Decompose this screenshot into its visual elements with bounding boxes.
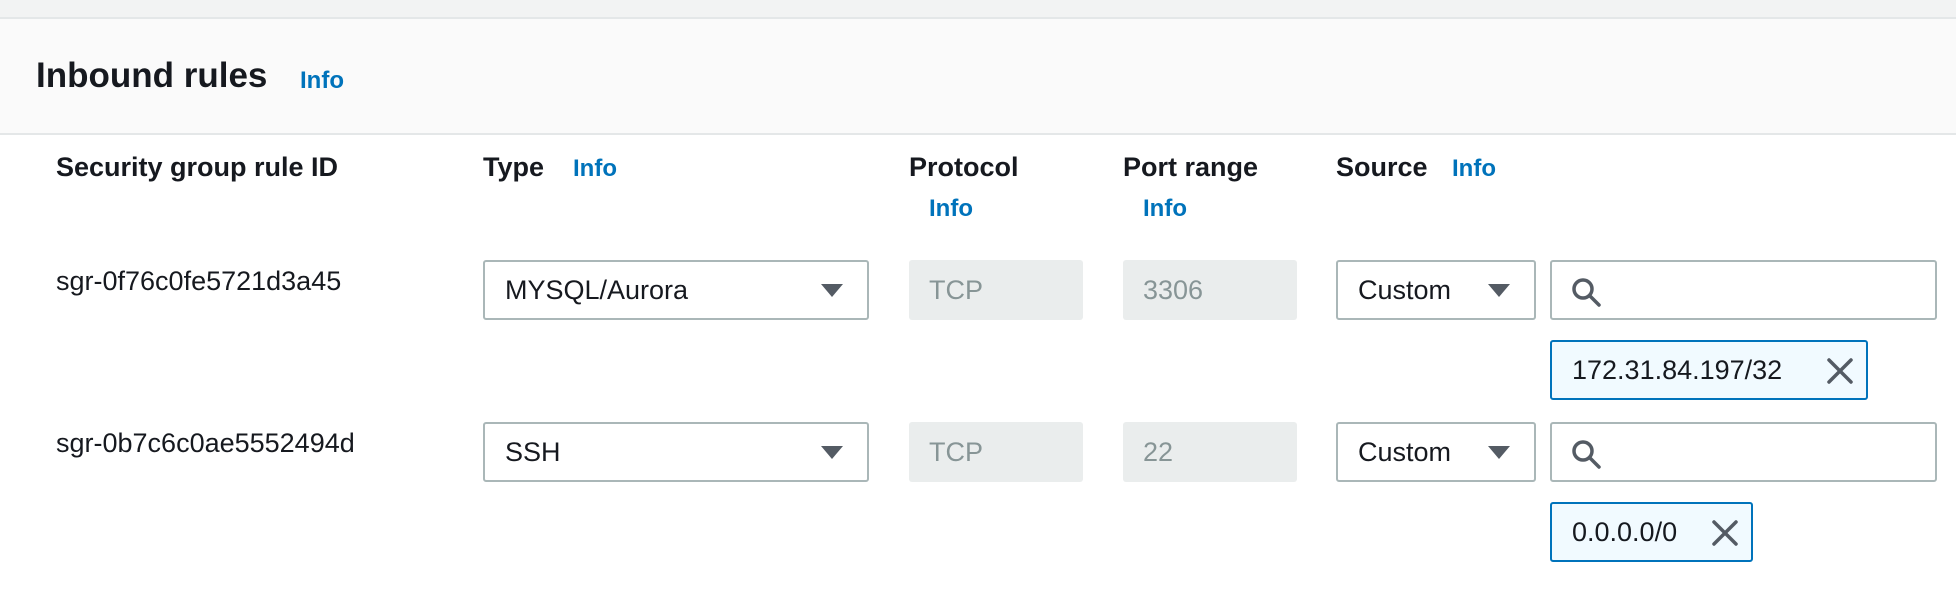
- source-token-label: 172.31.84.197/32: [1572, 355, 1783, 385]
- column-header-source: Source: [1336, 152, 1428, 182]
- source-token: 0.0.0.0/0: [1550, 502, 1753, 562]
- source-type-value: Custom: [1358, 437, 1452, 467]
- source-type-select[interactable]: Custom: [1336, 422, 1536, 482]
- protocol-field: TCP: [909, 260, 1083, 320]
- section-title: Inbound rules: [36, 56, 268, 95]
- type-info-link[interactable]: Info: [573, 157, 617, 181]
- protocol-field: TCP: [909, 422, 1083, 482]
- top-bar: [0, 0, 1956, 19]
- port-range-value: 22: [1143, 437, 1174, 467]
- type-select-value: MYSQL/Aurora: [505, 275, 689, 305]
- protocol-value: TCP: [929, 437, 983, 467]
- column-header-protocol: Protocol: [909, 152, 1019, 182]
- section-info-link[interactable]: Info: [300, 69, 344, 93]
- source-info-link[interactable]: Info: [1452, 157, 1496, 181]
- rule-id: sgr-0f76c0fe5721d3a45: [56, 266, 342, 296]
- source-type-select[interactable]: Custom: [1336, 260, 1536, 320]
- port-range-value: 3306: [1143, 275, 1204, 305]
- source-search[interactable]: [1550, 260, 1937, 320]
- type-select-value: SSH: [505, 437, 561, 467]
- caret-down-icon: [821, 284, 843, 297]
- close-icon[interactable]: [1711, 519, 1739, 547]
- search-icon: [1572, 440, 1601, 469]
- type-select[interactable]: MYSQL/Aurora: [483, 260, 869, 320]
- port-range-field: 3306: [1123, 260, 1297, 320]
- close-icon[interactable]: [1826, 357, 1854, 385]
- caret-down-icon: [1488, 446, 1510, 459]
- port-range-field: 22: [1123, 422, 1297, 482]
- source-search-input[interactable]: [1610, 266, 1914, 316]
- source-search-input[interactable]: [1610, 428, 1914, 478]
- type-select[interactable]: SSH: [483, 422, 869, 482]
- source-token-label: 0.0.0.0/0: [1572, 517, 1678, 547]
- source-type-value: Custom: [1358, 275, 1452, 305]
- search-icon: [1572, 278, 1601, 307]
- port-range-info-link[interactable]: Info: [1143, 197, 1187, 221]
- source-token: 172.31.84.197/32: [1550, 340, 1868, 400]
- column-header-type: Type: [483, 152, 545, 182]
- source-search[interactable]: [1550, 422, 1937, 482]
- rule-id: sgr-0b7c6c0ae5552494d: [56, 428, 355, 458]
- protocol-info-link[interactable]: Info: [929, 197, 973, 221]
- column-header-rule-id: Security group rule ID: [56, 152, 339, 182]
- protocol-value: TCP: [929, 275, 983, 305]
- section-header: Inbound rules Info: [0, 19, 1956, 135]
- caret-down-icon: [1488, 284, 1510, 297]
- column-header-port-range: Port range: [1123, 152, 1259, 182]
- caret-down-icon: [821, 446, 843, 459]
